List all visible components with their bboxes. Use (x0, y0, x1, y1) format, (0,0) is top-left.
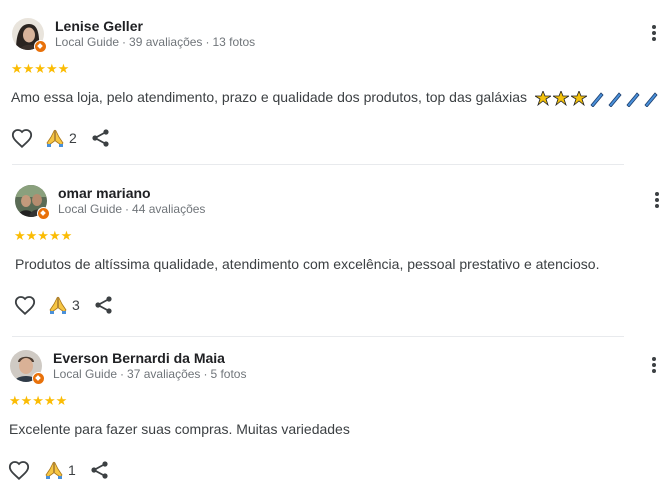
star-rating: ★★★★★ (11, 61, 70, 76)
author-meta: Local Guide · 44 avaliações (58, 202, 206, 216)
star-rating: ★★★★★ (14, 228, 73, 243)
folded-hands-icon (49, 296, 67, 314)
like-button[interactable] (8, 460, 30, 482)
heart-outline-icon (11, 129, 33, 149)
review-text: Excelente para fazer suas compras. Muita… (9, 421, 350, 437)
review-text-content: Amo essa loja, pelo atendimento, prazo e… (11, 89, 528, 105)
like-button[interactable] (14, 295, 36, 317)
share-button[interactable] (91, 128, 111, 148)
local-guide-badge-icon (34, 40, 47, 53)
crystal-icon (644, 92, 658, 108)
review-text: Amo essa loja, pelo atendimento, prazo e… (11, 89, 661, 108)
reviews-count: 44 avaliações (132, 202, 206, 216)
author-name[interactable]: Everson Bernardi da Maia (53, 350, 225, 366)
photos-count: 13 fotos (212, 35, 256, 49)
heart-outline-icon (8, 461, 30, 481)
folded-hands-icon (45, 461, 63, 479)
share-button[interactable] (90, 460, 110, 480)
helpful-button[interactable]: 2 (45, 128, 77, 148)
more-vert-icon[interactable] (651, 357, 657, 377)
helpful-button[interactable]: 1 (44, 460, 76, 480)
share-icon (91, 461, 108, 479)
divider (12, 336, 624, 337)
crystal-icon (590, 92, 604, 108)
star-rating: ★★★★★ (9, 393, 68, 408)
emoji-strip (533, 89, 661, 108)
divider (12, 164, 624, 165)
helpful-count: 2 (69, 130, 77, 146)
crystal-icon (608, 92, 622, 108)
helpful-count: 1 (68, 462, 76, 478)
crystal-icon (626, 92, 640, 108)
more-vert-icon[interactable] (654, 192, 660, 212)
share-icon (92, 129, 109, 147)
folded-hands-icon (46, 129, 64, 147)
avatar[interactable] (10, 350, 45, 385)
author-name[interactable]: omar mariano (58, 185, 151, 201)
local-guide-badge-icon (37, 207, 50, 220)
author-meta: Local Guide · 37 avaliações · 5 fotos (53, 367, 247, 381)
reviews-count: 39 avaliações (129, 35, 203, 49)
like-button[interactable] (11, 128, 33, 150)
share-button[interactable] (94, 295, 114, 315)
more-vert-icon[interactable] (651, 25, 657, 45)
sparkle-icon (569, 89, 589, 107)
reviews-list: Lenise Geller Local Guide · 39 avaliações ·… (0, 0, 670, 500)
share-icon (95, 296, 112, 314)
local-guide-label: Local Guide (55, 35, 120, 49)
local-guide-label: Local Guide (53, 367, 118, 381)
author-meta: Local Guide · 39 avaliações · 13 fotos (55, 35, 256, 49)
review-text: Produtos de altíssima qualidade, atendim… (15, 256, 600, 272)
sparkle-icon (533, 89, 553, 107)
sparkle-icon (551, 89, 571, 107)
avatar[interactable] (15, 185, 50, 220)
helpful-button[interactable]: 3 (48, 295, 80, 315)
reviews-count: 37 avaliações (127, 367, 201, 381)
heart-outline-icon (14, 296, 36, 316)
avatar[interactable] (12, 18, 47, 53)
photos-count: 5 fotos (210, 367, 247, 381)
helpful-count: 3 (72, 297, 80, 313)
local-guide-badge-icon (32, 372, 45, 385)
author-name[interactable]: Lenise Geller (55, 18, 143, 34)
local-guide-label: Local Guide (58, 202, 123, 216)
